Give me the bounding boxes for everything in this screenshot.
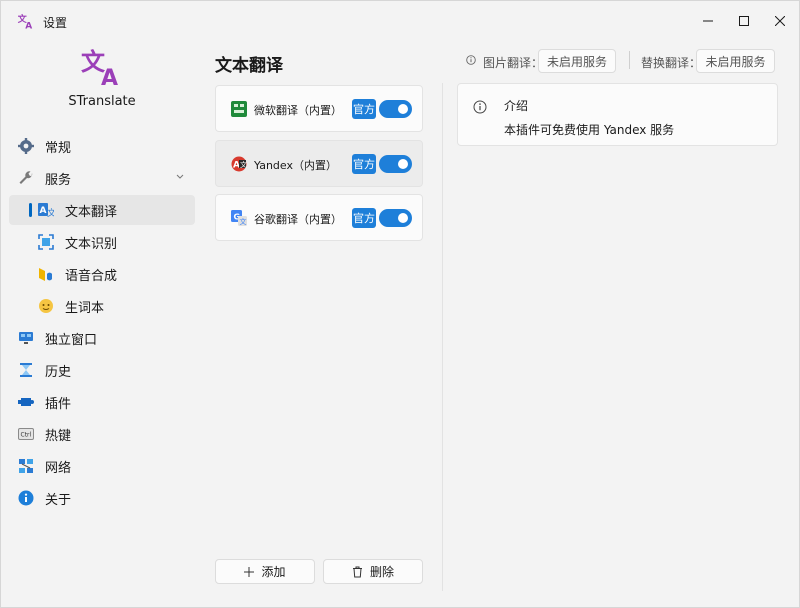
trash-icon xyxy=(352,566,362,577)
sidebar-item-label: 独立窗口 xyxy=(45,332,98,348)
sidebar-item-text-ocr[interactable]: 文本识别 xyxy=(9,227,195,257)
title-bar: 文 A 设置 xyxy=(1,1,799,41)
page-title: 文本翻译 xyxy=(215,56,283,76)
sidebar-item-text-translate[interactable]: A文 文本翻译 xyxy=(9,195,195,225)
panel-divider xyxy=(442,83,443,591)
translate-icon: A文 xyxy=(37,201,55,219)
minimize-icon xyxy=(703,20,713,22)
svg-text:文: 文 xyxy=(47,207,54,218)
toggle-knob xyxy=(398,159,408,169)
svg-text:A: A xyxy=(40,206,47,216)
app-logo-icon: 文 A xyxy=(17,13,32,31)
microsoft-translate-icon xyxy=(231,101,247,117)
svg-text:A: A xyxy=(101,66,118,86)
sidebar-item-about[interactable]: 关于 xyxy=(9,483,195,513)
app-logo-icon: 文 A xyxy=(81,48,118,86)
monitor-icon xyxy=(17,329,35,347)
info-icon xyxy=(473,100,487,114)
replace-translate-label: 替换翻译： xyxy=(641,56,702,70)
sidebar-item-label: 热键 xyxy=(45,428,72,444)
sidebar-item-network[interactable]: 网络 xyxy=(9,451,195,481)
svg-text:文: 文 xyxy=(240,160,247,169)
sidebar-item-label: 插件 xyxy=(45,396,72,412)
keyboard-icon: Ctrl xyxy=(17,425,35,443)
service-card-google[interactable]: G 文 谷歌翻译（内置） 官方 xyxy=(215,194,423,241)
toggle-knob xyxy=(398,213,408,223)
detail-title: 介绍 xyxy=(504,99,529,113)
delete-button-label: 删除 xyxy=(369,565,394,579)
service-name: Yandex（内置） xyxy=(254,159,337,172)
window-title: 设置 xyxy=(43,16,68,30)
add-button-label: 添加 xyxy=(261,565,286,579)
sidebar-item-hotkeys[interactable]: Ctrl 热键 xyxy=(9,419,195,449)
google-translate-icon: G 文 xyxy=(231,210,247,226)
svg-text:Ctrl: Ctrl xyxy=(21,432,32,439)
image-translate-select[interactable]: 未启用服务 xyxy=(538,49,616,73)
replace-translate-select[interactable]: 未启用服务 xyxy=(696,49,775,73)
official-badge: 官方 xyxy=(352,99,376,119)
plus-icon xyxy=(244,566,255,577)
official-badge: 官方 xyxy=(352,154,376,174)
detail-description: 本插件可免费使用 Yandex 服务 xyxy=(504,123,675,137)
service-card-yandex[interactable]: A 文 Yandex（内置） 官方 xyxy=(215,140,423,187)
hourglass-icon xyxy=(17,361,35,379)
wrench-icon xyxy=(17,169,35,187)
sidebar-item-vocabulary[interactable]: 生词本 xyxy=(9,291,195,321)
sidebar-item-label: 关于 xyxy=(45,492,72,508)
network-icon xyxy=(17,457,35,475)
svg-text:A: A xyxy=(25,22,32,31)
app-name: STranslate xyxy=(68,94,136,109)
vocab-icon xyxy=(37,297,55,315)
sidebar-item-general[interactable]: 常规 xyxy=(9,131,195,161)
close-button[interactable] xyxy=(757,1,800,41)
close-icon xyxy=(775,16,785,26)
service-name: 微软翻译（内置） xyxy=(254,104,342,117)
service-toggle[interactable] xyxy=(379,155,412,173)
gear-icon xyxy=(17,137,35,155)
official-badge: 官方 xyxy=(352,208,376,228)
maximize-icon xyxy=(739,16,749,26)
voice-icon xyxy=(37,265,55,283)
delete-service-button[interactable]: 删除 xyxy=(323,559,423,584)
chevron-down-icon xyxy=(176,174,184,179)
info-icon xyxy=(466,55,476,65)
sidebar-item-label: 文本识别 xyxy=(65,236,118,252)
service-detail-panel: 介绍 本插件可免费使用 Yandex 服务 xyxy=(457,83,778,146)
yandex-icon: A 文 xyxy=(231,156,247,172)
sidebar: 文 A STranslate 常规 服务 A文 文本翻译 文本识别 语音合成 生… xyxy=(1,41,203,608)
active-indicator xyxy=(29,203,32,217)
toggle-knob xyxy=(398,104,408,114)
service-name: 谷歌翻译（内置） xyxy=(254,213,342,226)
service-toggle[interactable] xyxy=(379,209,412,227)
image-translate-label: 图片翻译： xyxy=(483,56,544,70)
svg-text:A: A xyxy=(233,161,240,171)
service-toggle[interactable] xyxy=(379,100,412,118)
settings-window: 文 A 设置 文 A STranslate 常规 服务 A 文 文本翻译 文本识… xyxy=(0,0,800,608)
scan-icon xyxy=(37,233,55,251)
header-divider xyxy=(629,51,630,69)
sidebar-item-services[interactable]: 服务 xyxy=(9,163,195,193)
svg-text:文: 文 xyxy=(240,217,247,226)
service-card-microsoft[interactable]: 微软翻译（内置） 官方 xyxy=(215,85,423,132)
sidebar-item-label: 文本翻译 xyxy=(65,204,118,220)
sidebar-item-plugins[interactable]: 插件 xyxy=(9,387,195,417)
sidebar-item-label: 服务 xyxy=(45,172,72,188)
sidebar-item-label: 语音合成 xyxy=(65,268,118,284)
sidebar-item-standalone-window[interactable]: 独立窗口 xyxy=(9,323,195,353)
sidebar-item-label: 生词本 xyxy=(65,300,105,316)
plugin-icon xyxy=(17,393,35,411)
info-icon xyxy=(17,489,35,507)
sidebar-item-label: 历史 xyxy=(45,364,72,380)
sidebar-item-label: 常规 xyxy=(45,140,72,156)
add-service-button[interactable]: 添加 xyxy=(215,559,315,584)
sidebar-item-tts[interactable]: 语音合成 xyxy=(9,259,195,289)
sidebar-item-history[interactable]: 历史 xyxy=(9,355,195,385)
sidebar-item-label: 网络 xyxy=(45,460,72,476)
